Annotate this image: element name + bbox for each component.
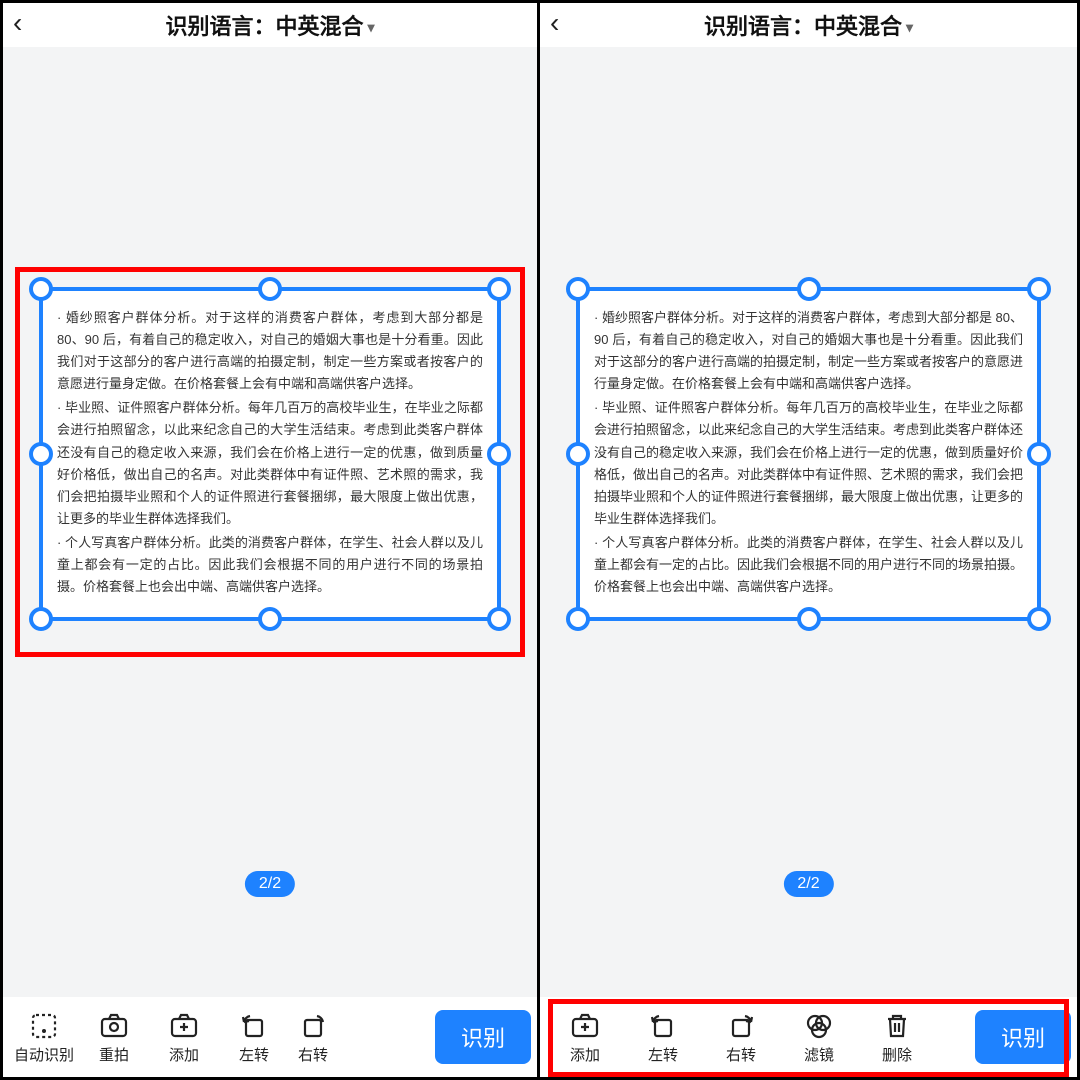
delete-label: 删除 [882, 1044, 912, 1065]
crop-handle-ml[interactable] [566, 442, 590, 466]
crop-handle-bl[interactable] [29, 607, 53, 631]
crop-handle-tl[interactable] [566, 277, 590, 301]
crop-handle-mr[interactable] [1027, 442, 1051, 466]
camera-plus-icon [168, 1010, 200, 1042]
bottom-toolbar: 添加 左转 右转 滤镜 删除 识别 [540, 997, 1077, 1077]
page-indicator: 2/2 [245, 871, 295, 897]
bottom-toolbar: 自动识别 重拍 添加 左转 右转 识别 [3, 997, 537, 1077]
crop-frame[interactable] [39, 287, 501, 621]
crop-handle-tr[interactable] [487, 277, 511, 301]
language-value: 中英混合 [275, 14, 363, 39]
trash-icon [881, 1010, 913, 1042]
rotate-left-label: 左转 [648, 1044, 678, 1065]
rotate-right-button[interactable]: 右转 [289, 1010, 337, 1065]
crop-handle-mr[interactable] [487, 442, 511, 466]
add-label: 添加 [169, 1044, 199, 1065]
rotate-left-button[interactable]: 左转 [624, 1010, 702, 1065]
crop-handle-bc[interactable] [258, 607, 282, 631]
screenshot-left: ‹ 识别语言：中英混合▾ · 婚纱照客户群体分析。对于这样的消费客户群体，考虑到… [0, 0, 540, 1080]
rotate-right-icon [725, 1010, 757, 1042]
add-button[interactable]: 添加 [546, 1010, 624, 1065]
back-icon[interactable]: ‹ [550, 7, 559, 39]
filter-label: 滤镜 [804, 1044, 834, 1065]
language-selector[interactable]: 识别语言：中英混合 ▾ [165, 9, 374, 41]
add-button[interactable]: 添加 [149, 1010, 219, 1065]
filter-button[interactable]: 滤镜 [780, 1010, 858, 1065]
rotate-left-button[interactable]: 左转 [219, 1010, 289, 1065]
title-label: 识别语言： [704, 14, 814, 39]
crop-handle-ml[interactable] [29, 442, 53, 466]
auto-detect-icon [28, 1010, 60, 1042]
page-indicator: 2/2 [783, 871, 833, 897]
crop-handle-tr[interactable] [1027, 277, 1051, 301]
chevron-down-icon: ▾ [906, 19, 913, 36]
language-selector[interactable]: 识别语言：中英混合▾ [704, 9, 913, 41]
camera-plus-icon [569, 1010, 601, 1042]
crop-handle-br[interactable] [1027, 607, 1051, 631]
crop-handle-br[interactable] [487, 607, 511, 631]
language-value: 中英混合 [814, 14, 902, 39]
recognize-label: 识别 [1001, 1021, 1045, 1053]
crop-handle-tl[interactable] [29, 277, 53, 301]
crop-handle-tc[interactable] [797, 277, 821, 301]
rotate-left-icon [647, 1010, 679, 1042]
recognize-label: 识别 [461, 1021, 505, 1053]
retake-label: 重拍 [99, 1044, 129, 1065]
delete-button[interactable]: 删除 [858, 1010, 936, 1065]
screenshot-right: ‹ 识别语言：中英混合▾ · 婚纱照客户群体分析。对于这样的消费客户群体，考虑到… [540, 0, 1080, 1080]
retake-button[interactable]: 重拍 [79, 1010, 149, 1065]
rotate-left-label: 左转 [239, 1044, 269, 1065]
rotate-left-icon [238, 1010, 270, 1042]
back-icon[interactable]: ‹ [13, 7, 22, 39]
camera-icon [98, 1010, 130, 1042]
add-label: 添加 [570, 1044, 600, 1065]
filter-icon [803, 1010, 835, 1042]
recognize-button[interactable]: 识别 [975, 1010, 1071, 1064]
rotate-right-icon [297, 1010, 329, 1042]
auto-detect-button[interactable]: 自动识别 [9, 1010, 79, 1065]
rotate-right-button[interactable]: 右转 [702, 1010, 780, 1065]
title-label: 识别语言： [165, 14, 275, 39]
crop-handle-bc[interactable] [797, 607, 821, 631]
rotate-right-label: 右转 [726, 1044, 756, 1065]
crop-handle-bl[interactable] [566, 607, 590, 631]
crop-handle-tc[interactable] [258, 277, 282, 301]
crop-frame[interactable] [576, 287, 1041, 621]
rotate-right-label: 右转 [298, 1044, 328, 1065]
recognize-button[interactable]: 识别 [435, 1010, 531, 1064]
chevron-down-icon: ▾ [368, 19, 375, 36]
auto-detect-label: 自动识别 [14, 1044, 74, 1065]
